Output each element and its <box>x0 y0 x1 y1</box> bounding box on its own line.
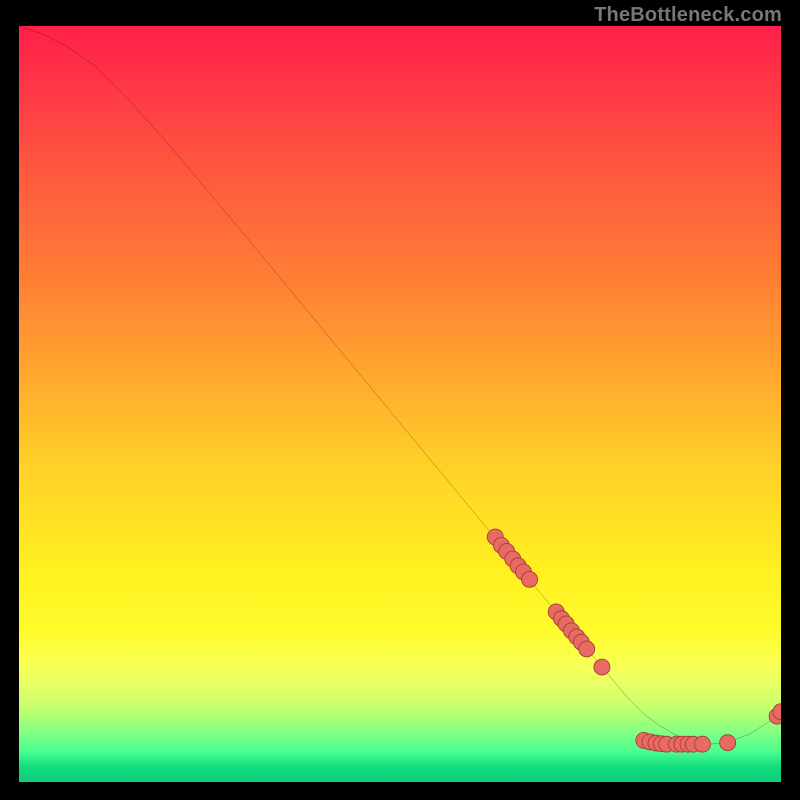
curve-overlay <box>19 26 781 782</box>
data-marker <box>579 641 595 657</box>
data-marker <box>720 735 736 751</box>
chart-stage: TheBottleneck.com <box>0 0 800 800</box>
data-marker <box>522 571 538 587</box>
data-markers <box>487 529 781 752</box>
data-marker <box>594 659 610 675</box>
watermark-text: TheBottleneck.com <box>594 4 782 27</box>
bottleneck-curve <box>19 26 781 744</box>
data-marker <box>695 736 711 752</box>
plot-area <box>19 26 781 782</box>
